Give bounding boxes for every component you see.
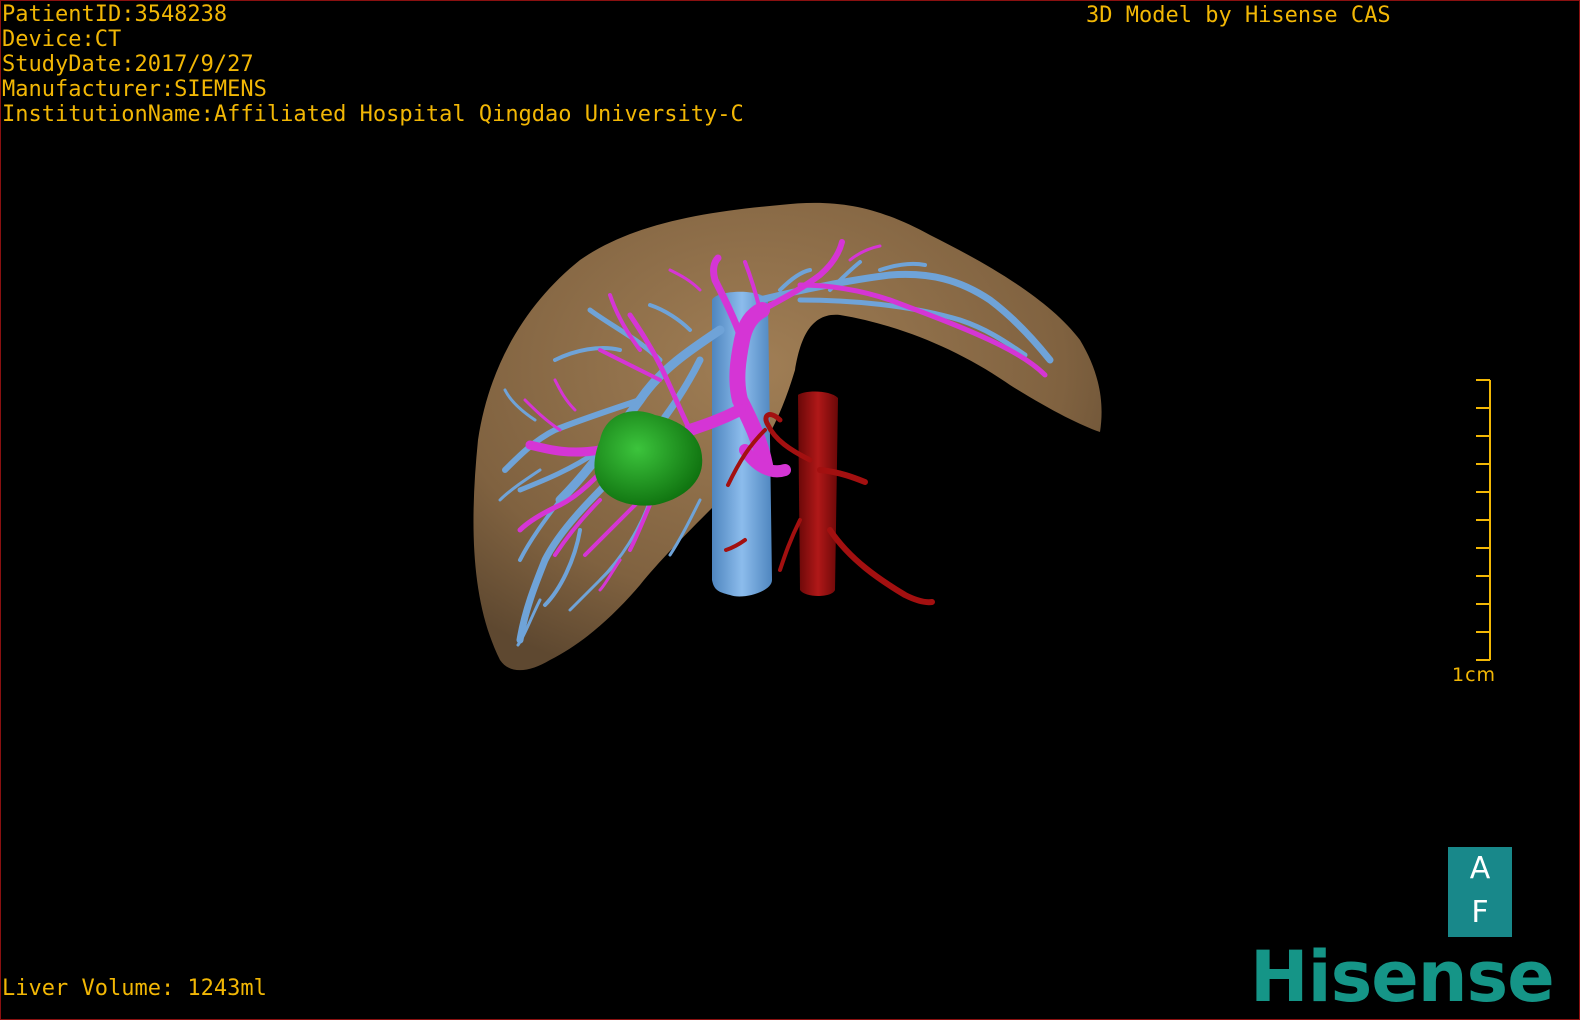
3d-liver-model-viewport[interactable] (0, 0, 1580, 1020)
orientation-foot-label: F (1471, 895, 1489, 930)
scale-bar (1476, 379, 1491, 661)
scale-bar-label: 1cm (1452, 664, 1497, 686)
liver-surface (473, 202, 1102, 671)
orientation-anterior-label: A (1469, 851, 1491, 886)
liver-volume-text: Liver Volume: 1243ml (2, 976, 267, 1001)
orientation-cube[interactable]: A F (1448, 847, 1512, 937)
hisense-logo: Hisense (1250, 936, 1555, 1018)
aorta (798, 391, 838, 596)
